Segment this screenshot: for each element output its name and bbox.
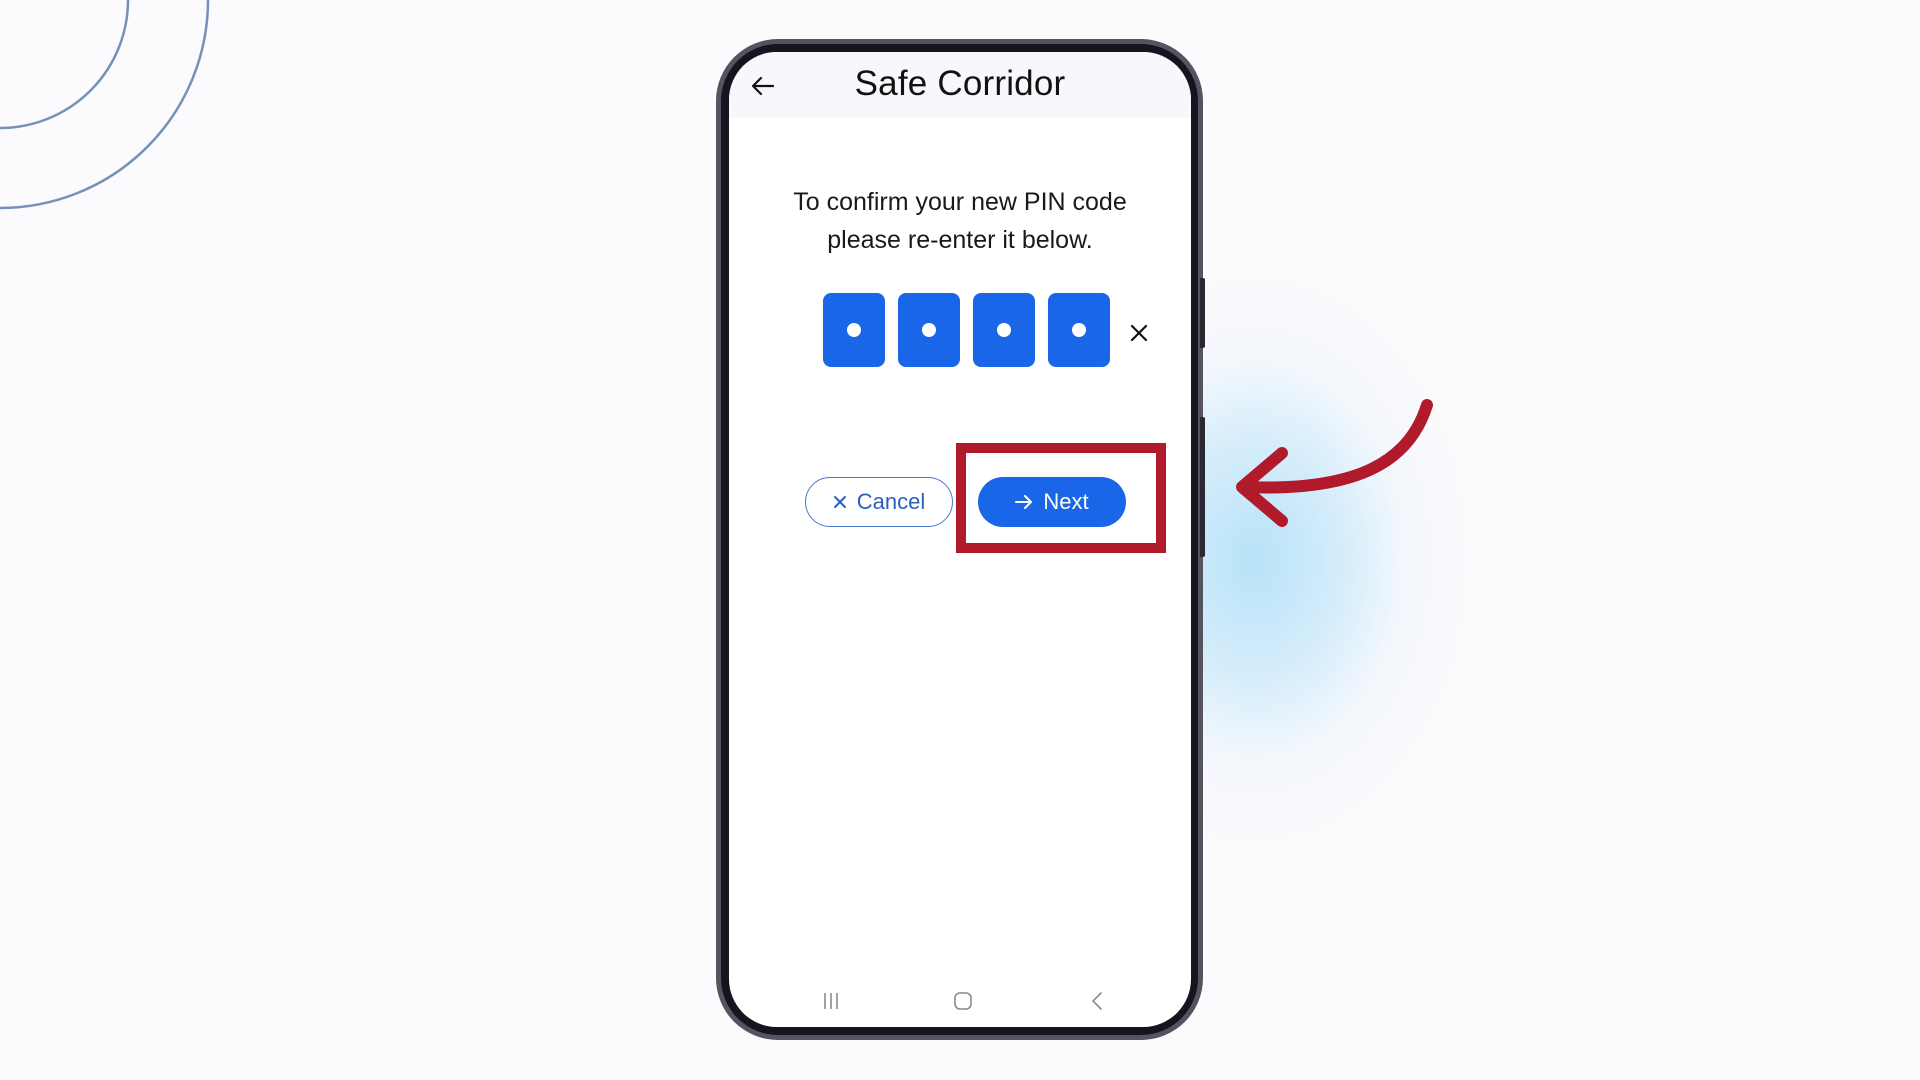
pin-digit-4[interactable] [1048, 293, 1110, 367]
close-icon [833, 496, 846, 508]
phone-power-button [1200, 417, 1205, 557]
instructions-line-1: To confirm your new PIN code [793, 188, 1127, 216]
pin-digit-3[interactable] [973, 293, 1035, 367]
pin-dot [922, 323, 936, 337]
instructions-line-2: please re-enter it below. [827, 226, 1093, 254]
app-header: Safe Corridor [729, 52, 1191, 118]
chevron-left-icon [1091, 992, 1102, 1010]
curved-arrow-icon [1236, 399, 1433, 527]
pin-dot [847, 323, 861, 337]
cancel-button-label: Cancel [856, 489, 926, 514]
clear-pin-button[interactable] [1127, 321, 1151, 345]
recents-icon [824, 993, 838, 1009]
page-title: Safe Corridor [854, 64, 1066, 103]
instructions-text: To confirm your new PIN code please re-e… [729, 183, 1191, 259]
nav-back-button[interactable] [1082, 989, 1112, 1013]
cancel-button[interactable]: Cancel [805, 477, 953, 527]
nav-recents-button[interactable] [816, 989, 846, 1013]
pin-digit-1[interactable] [823, 293, 885, 367]
phone-volume-button [1200, 278, 1205, 348]
decorative-circles [0, 0, 210, 210]
home-icon [954, 992, 972, 1010]
nav-home-button[interactable] [948, 989, 978, 1013]
pin-dot [1072, 323, 1086, 337]
system-nav-bar [729, 977, 1191, 1027]
pin-input[interactable] [823, 293, 1110, 367]
highlight-box [956, 443, 1166, 553]
pin-dot [997, 323, 1011, 337]
close-icon [1130, 324, 1148, 342]
pin-digit-2[interactable] [898, 293, 960, 367]
